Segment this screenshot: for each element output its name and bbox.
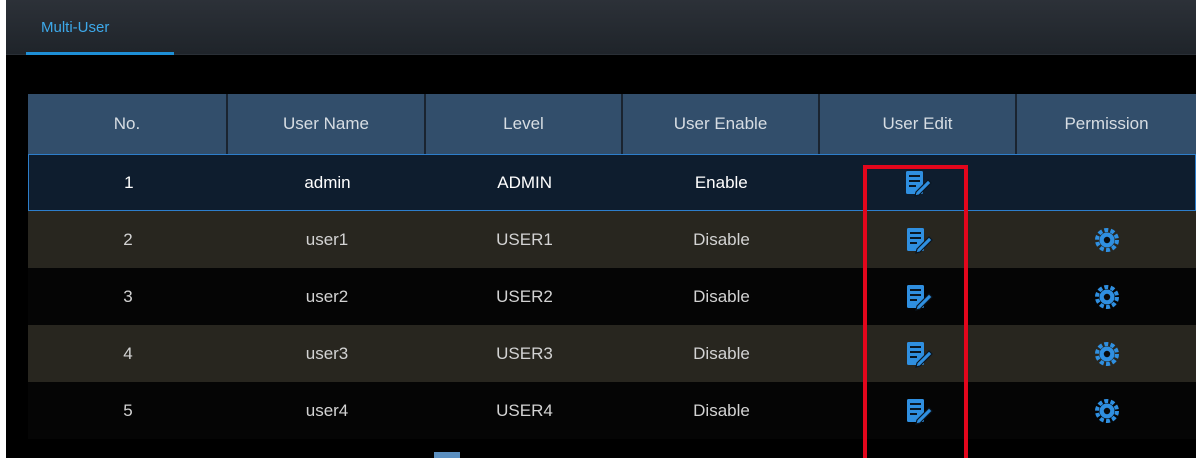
cell-user-edit [820,325,1017,382]
scrollbar-thumb[interactable] [434,452,460,458]
cell-no: 3 [123,286,133,306]
column-header-user-enable: User Enable [623,94,820,154]
cell-no: 5 [123,400,133,420]
cell-no: 2 [123,229,133,249]
cell-level: ADMIN [497,172,553,192]
table-row[interactable]: 1 admin ADMIN Enable [28,154,1196,211]
cell-user-enable: Enable [694,172,748,192]
multi-user-panel: Multi-User No. User Name Level User Enab… [6,0,1196,458]
cell-level: USER1 [496,229,553,249]
cell-level: USER3 [496,343,553,363]
cell-no: 1 [124,172,134,192]
edit-icon[interactable] [903,168,933,198]
edit-icon[interactable] [904,396,934,426]
cell-level: USER4 [496,400,553,420]
cell-permission [1017,211,1196,268]
gear-icon[interactable] [1094,284,1120,310]
cell-user-enable: Disable [693,400,750,420]
table-body: 1 admin ADMIN Enable 2 user1 USER1 Disable 3 user… [28,154,1196,439]
column-header-permission: Permission [1064,114,1149,133]
cell-user-edit [820,382,1017,439]
column-header-user-name: User Name [228,94,426,154]
table-row[interactable]: 5 user4 USER4 Disable [28,382,1196,439]
edit-icon[interactable] [904,339,934,369]
edit-icon[interactable] [904,282,934,312]
gear-icon[interactable] [1094,227,1120,253]
column-header-level: Level [426,94,623,154]
cell-user-enable: Disable [693,229,750,249]
cell-no: 4 [123,343,133,363]
tab-multi-user[interactable]: Multi-User [26,10,174,55]
column-header-no: No. [28,94,228,154]
cell-permission [1017,268,1196,325]
table-row[interactable]: 2 user1 USER1 Disable [28,211,1196,268]
cell-level: USER2 [496,286,553,306]
table-row[interactable]: 4 user3 USER3 Disable [28,325,1196,382]
gear-icon[interactable] [1094,398,1120,424]
cell-user-edit [820,155,1017,210]
cell-user-name: user2 [305,286,349,306]
column-header-user-edit: User Edit [820,94,1017,154]
cell-permission [1016,155,1195,210]
edit-icon[interactable] [904,225,934,255]
cell-user-name: user1 [305,229,349,249]
cell-permission [1017,382,1196,439]
cell-user-enable: Disable [693,286,750,306]
active-tab-indicator [26,52,174,55]
user-table: No. User Name Level User Enable User Edi… [28,94,1196,439]
cell-user-name: user4 [305,400,349,420]
gear-icon[interactable] [1094,341,1120,367]
tab-label: Multi-User [41,19,110,36]
table-row[interactable]: 3 user2 USER2 Disable [28,268,1196,325]
tab-bar: Multi-User [6,0,1196,55]
cell-user-name: user3 [305,343,349,363]
table-header: No. User Name Level User Enable User Edi… [28,94,1196,154]
cell-user-edit [820,268,1017,325]
cell-user-name: admin [304,172,351,192]
cell-user-edit [820,211,1017,268]
cell-user-enable: Disable [693,343,750,363]
cell-permission [1017,325,1196,382]
